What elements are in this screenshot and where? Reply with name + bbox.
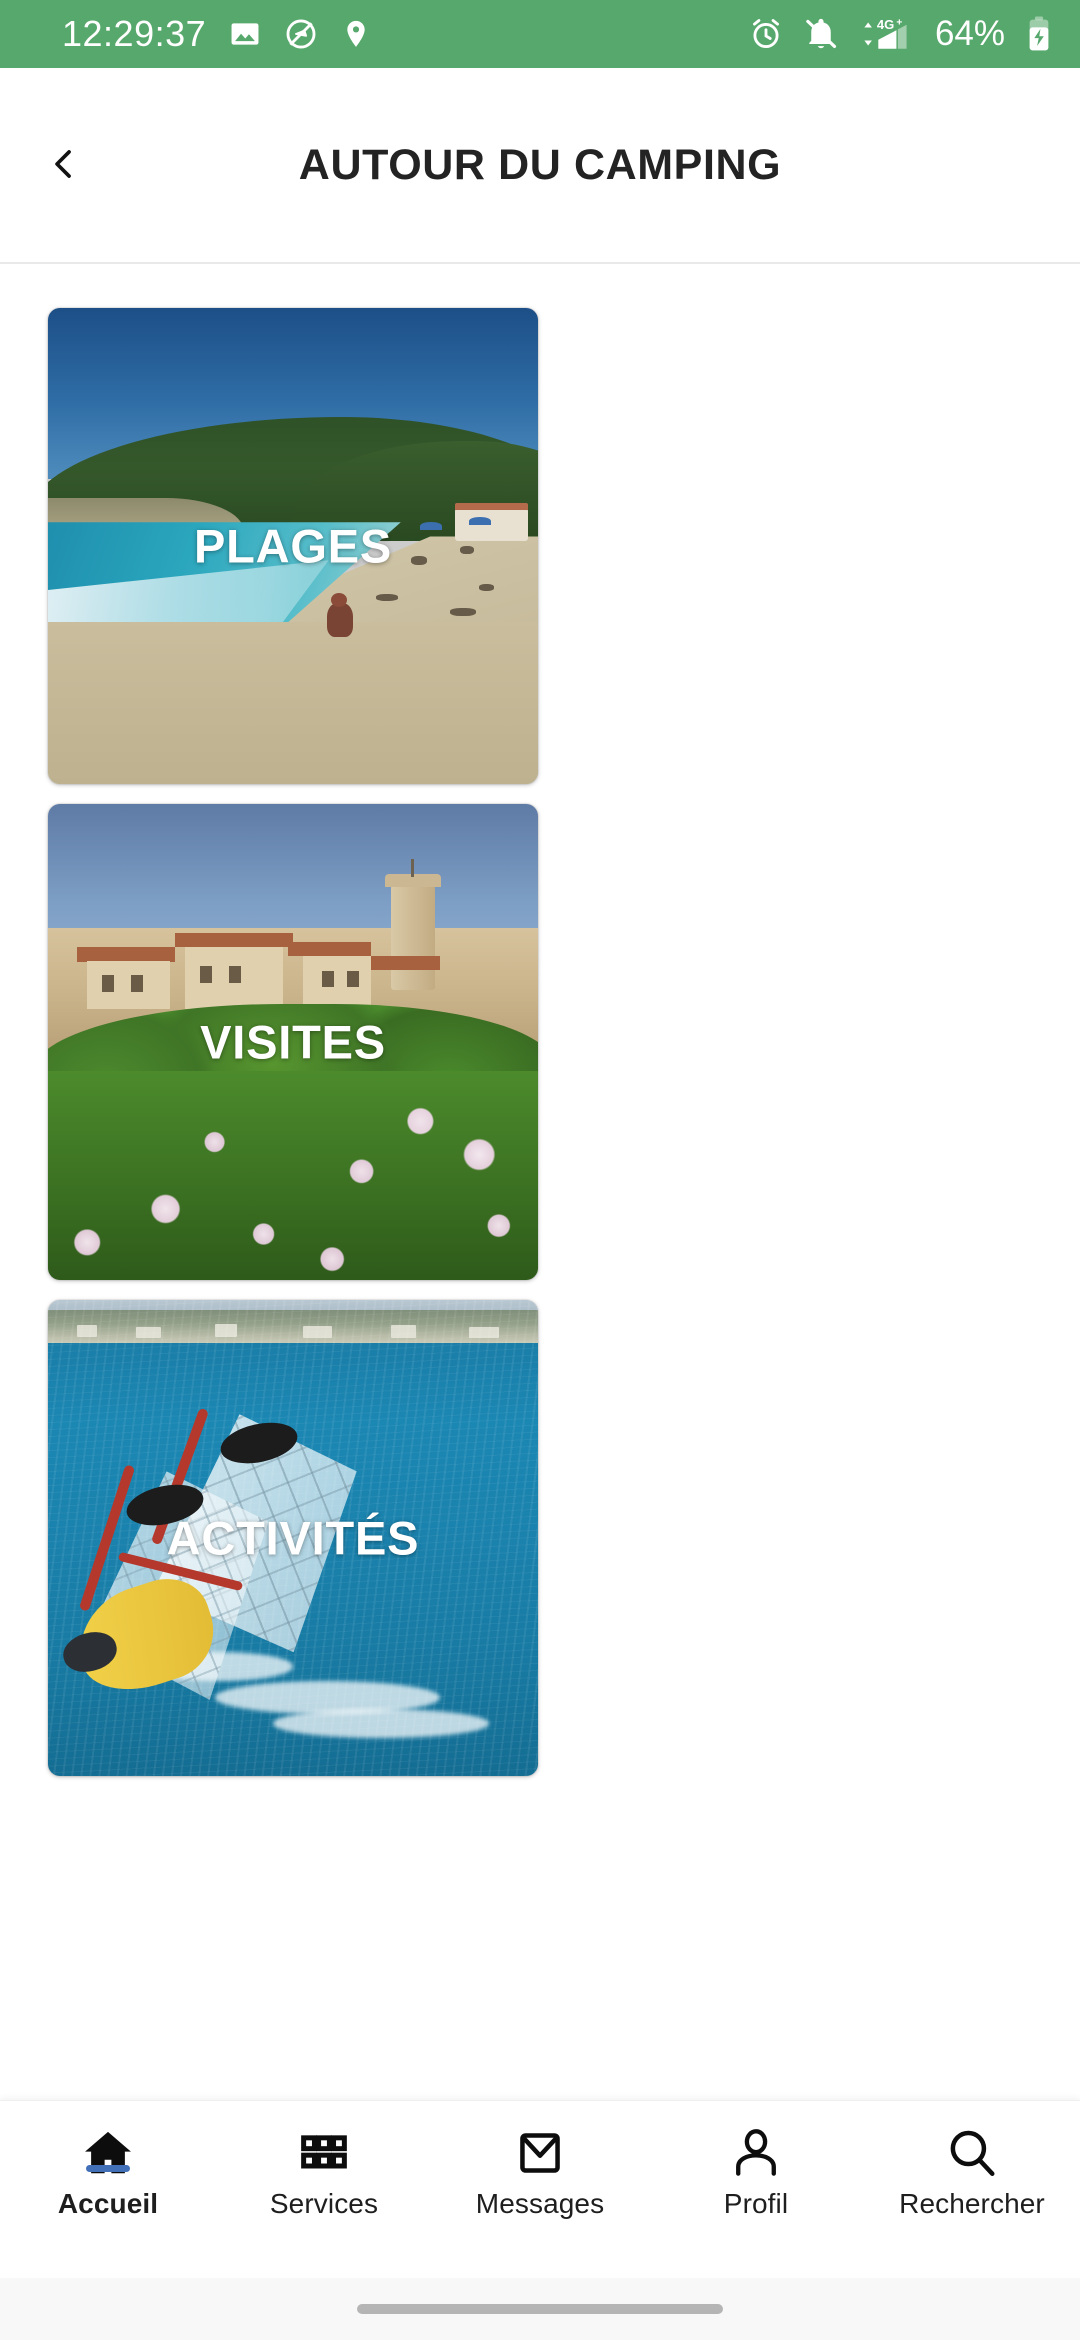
nav-label-rechercher: Rechercher [899,2188,1045,2219]
svg-text:4G: 4G [877,17,894,32]
nav-label-services: Services [269,2188,379,2219]
app-screen: 12:29:37 4G + 64% AUTOUR DU CAMPING PLAG… [0,0,1080,2340]
photo-icon [228,17,262,51]
nav-label-profil: Profil [723,2188,789,2219]
category-card-activites[interactable]: ACTIVITÉS [48,1300,538,1776]
status-bar-left: 12:29:37 [62,16,372,52]
category-card-label: VISITES [200,1015,386,1069]
nav-label-messages: Messages [475,2188,605,2219]
status-bar: 12:29:37 4G + 64% [0,0,1080,68]
signal-4g-plus-icon: 4G + [858,15,916,53]
battery-percent-label: 64% [934,14,1005,53]
page-title: AUTOUR DU CAMPING [298,141,782,189]
envelope-icon [513,2127,567,2179]
bottom-navigation: Accueil Services Messages Profil Recherc… [0,2100,1080,2278]
chevron-left-icon [45,145,83,186]
notifications-muted-icon [803,16,839,52]
location-pin-icon [340,18,372,50]
status-bar-right: 4G + 64% [748,14,1054,54]
category-card-visites[interactable]: VISITES [48,804,538,1280]
search-icon [945,2127,999,2179]
nav-item-services[interactable]: Services [216,2101,432,2220]
data-saver-icon [284,17,318,51]
grid-apps-icon [298,2127,350,2179]
nav-item-rechercher[interactable]: Rechercher [864,2101,1080,2220]
app-header: AUTOUR DU CAMPING [0,68,1080,263]
nav-label-accueil: Accueil [57,2188,159,2219]
gesture-home-bar[interactable] [357,2304,723,2314]
nav-item-messages[interactable]: Messages [432,2101,648,2220]
svg-text:+: + [896,18,902,29]
category-card-plages[interactable]: PLAGES [48,308,538,784]
category-card-grid: PLAGES VISITES ACTIVITÉS [48,308,1032,1776]
category-card-label: ACTIVITÉS [166,1511,420,1565]
content-area: PLAGES VISITES ACTIVITÉS [0,264,1080,2100]
back-button[interactable] [36,138,92,194]
nav-item-profil[interactable]: Profil [648,2101,864,2220]
status-bar-clock: 12:29:37 [62,13,207,54]
battery-charging-icon [1024,15,1054,53]
person-icon [730,2127,782,2179]
gesture-navigation-area [0,2278,1080,2340]
nav-item-accueil[interactable]: Accueil [0,2101,216,2220]
active-tab-indicator [86,2165,130,2172]
category-card-label: PLAGES [193,519,393,573]
alarm-clock-icon [748,16,784,52]
